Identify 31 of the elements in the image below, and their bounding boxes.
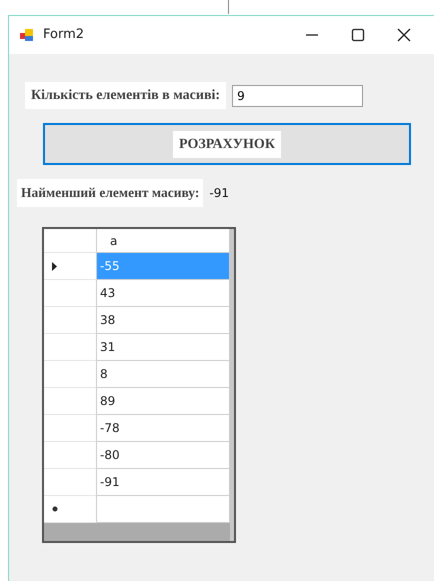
row-header[interactable]: [44, 415, 97, 442]
header-corner[interactable]: [44, 229, 97, 254]
row-header[interactable]: [44, 469, 97, 496]
app-icon: [19, 27, 35, 43]
result-value: -91: [209, 185, 229, 202]
row-header[interactable]: [44, 388, 97, 416]
count-field[interactable]: 9: [232, 84, 364, 106]
row-header[interactable]: [44, 496, 97, 524]
table-cell[interactable]: -80: [97, 442, 230, 470]
row-header[interactable]: [44, 307, 97, 334]
row-header[interactable]: [44, 442, 97, 470]
table-cell[interactable]: [97, 496, 230, 524]
data-grid[interactable]: a -55 43 38 31 8 89 -78 -80 -91: [42, 227, 236, 544]
window-title: Form2: [43, 26, 84, 44]
column-header[interactable]: a: [97, 229, 230, 254]
table-cell[interactable]: -78: [97, 415, 230, 442]
result-label: Найменший елемент масиву:: [17, 179, 204, 208]
count-label: Кількість елементів в масиві:: [25, 82, 226, 109]
table-cell[interactable]: 89: [97, 388, 230, 416]
maximize-icon: [351, 28, 365, 42]
close-icon: [397, 28, 411, 42]
table-cell[interactable]: 8: [97, 361, 230, 388]
row-header[interactable]: [44, 253, 97, 280]
row-header[interactable]: [44, 361, 97, 388]
row-header[interactable]: [44, 334, 97, 362]
table-cell[interactable]: 38: [97, 307, 230, 334]
table-cell[interactable]: 31: [97, 334, 230, 362]
calculate-button[interactable]: РОЗРАХУНОК: [43, 123, 411, 165]
row-header[interactable]: [44, 280, 97, 308]
table-cell[interactable]: 43: [97, 280, 230, 308]
table-cell[interactable]: -91: [97, 469, 230, 496]
